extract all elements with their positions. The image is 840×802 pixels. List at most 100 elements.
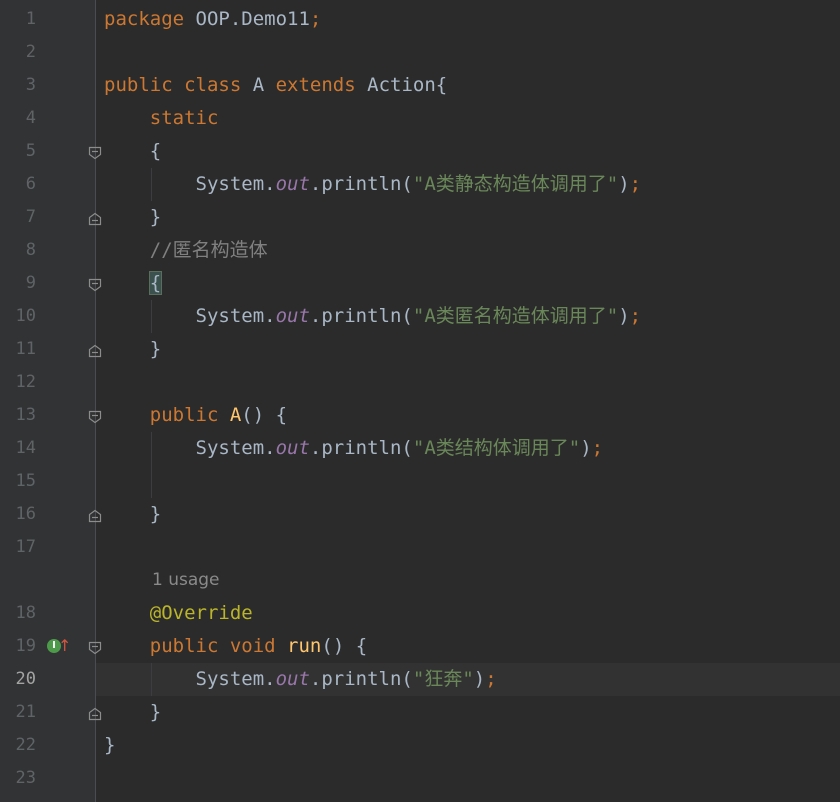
line-number[interactable]: [0, 564, 36, 597]
code-token: run: [287, 635, 322, 657]
code-text[interactable]: System.out.println("A类静态构造体调用了");: [104, 168, 642, 201]
line-number[interactable]: 16: [0, 498, 36, 531]
code-line[interactable]: 1 package OOP.Demo11;: [0, 3, 840, 36]
line-number[interactable]: 19: [0, 630, 36, 663]
code-token: ): [618, 305, 630, 327]
code-line-background: [96, 333, 840, 366]
line-number[interactable]: 17: [0, 531, 36, 564]
code-token: {: [104, 140, 162, 162]
fold-end-icon[interactable]: [87, 343, 103, 359]
code-token: public: [149, 404, 230, 426]
code-text[interactable]: @Override: [104, 597, 253, 630]
code-text[interactable]: static: [104, 102, 219, 135]
override-up-arrow-icon[interactable]: ↑: [58, 636, 71, 656]
line-number[interactable]: 9: [0, 267, 36, 300]
code-line[interactable]: 3 public class A extends Action{: [0, 69, 840, 102]
code-line[interactable]: 4 static: [0, 102, 840, 135]
line-number[interactable]: 7: [0, 201, 36, 234]
code-token: A: [229, 404, 242, 426]
code-line[interactable]: 5 {: [0, 135, 840, 168]
line-number[interactable]: 22: [0, 729, 36, 762]
code-line[interactable]: 15: [0, 465, 840, 498]
code-line[interactable]: 21 }: [0, 696, 840, 729]
fold-collapse-icon[interactable]: [87, 277, 103, 293]
code-line[interactable]: 20 System.out.println("狂奔");: [0, 663, 840, 696]
line-number[interactable]: 14: [0, 432, 36, 465]
code-token: ;: [485, 668, 497, 690]
line-number[interactable]: 13: [0, 399, 36, 432]
fold-end-icon[interactable]: [87, 706, 103, 722]
code-line[interactable]: 11 }: [0, 333, 840, 366]
code-text[interactable]: System.out.println("A类结构体调用了");: [104, 432, 604, 465]
code-line[interactable]: 18 @Override: [0, 597, 840, 630]
code-line[interactable]: 12: [0, 366, 840, 399]
code-text[interactable]: System.out.println("A类匿名构造体调用了");: [104, 300, 642, 333]
indent-guide: [151, 168, 152, 201]
code-line-background: [96, 366, 840, 399]
line-number[interactable]: 2: [0, 36, 36, 69]
code-text[interactable]: {: [104, 135, 161, 168]
line-number[interactable]: 4: [0, 102, 36, 135]
code-text[interactable]: //匿名构造体: [104, 234, 268, 267]
line-number[interactable]: 1: [0, 3, 36, 36]
code-text[interactable]: }: [104, 696, 161, 729]
code-text[interactable]: }: [104, 333, 161, 366]
code-token: public: [149, 635, 230, 657]
code-line[interactable]: 19 I ↑ public void run() {: [0, 630, 840, 663]
code-text[interactable]: System.out.println("狂奔");: [104, 663, 497, 696]
line-number[interactable]: 15: [0, 465, 36, 498]
line-number[interactable]: 6: [0, 168, 36, 201]
usage-hint-row[interactable]: 1 usage: [0, 564, 840, 597]
code-line[interactable]: 9 {: [0, 267, 840, 300]
fold-end-icon[interactable]: [87, 508, 103, 524]
code-line[interactable]: 7 }: [0, 201, 840, 234]
code-line-background: [96, 498, 840, 531]
code-line[interactable]: 10 System.out.println("A类匿名构造体调用了");: [0, 300, 840, 333]
code-text[interactable]: }: [104, 498, 161, 531]
code-token: }: [104, 206, 162, 228]
code-text[interactable]: }: [104, 729, 115, 762]
code-text[interactable]: public A() {: [104, 399, 287, 432]
line-number[interactable]: 11: [0, 333, 36, 366]
code-line[interactable]: 6 System.out.println("A类静态构造体调用了");: [0, 168, 840, 201]
line-number[interactable]: 23: [0, 762, 36, 795]
code-token: System.: [104, 437, 276, 459]
code-token: .println(: [309, 173, 413, 195]
code-text[interactable]: {: [104, 267, 163, 300]
line-number[interactable]: 18: [0, 597, 36, 630]
usage-hint[interactable]: 1 usage: [152, 564, 220, 597]
fold-end-icon[interactable]: [87, 211, 103, 227]
line-number[interactable]: 5: [0, 135, 36, 168]
code-line-background: [96, 531, 840, 564]
code-text[interactable]: }: [104, 201, 161, 234]
code-line[interactable]: 16 }: [0, 498, 840, 531]
code-token: A: [252, 74, 276, 96]
line-number[interactable]: 21: [0, 696, 36, 729]
line-number[interactable]: 12: [0, 366, 36, 399]
line-number[interactable]: 20: [0, 663, 36, 696]
fold-collapse-icon[interactable]: [87, 409, 103, 425]
code-token: }: [104, 338, 162, 360]
code-line[interactable]: 14 System.out.println("A类结构体调用了");: [0, 432, 840, 465]
line-number[interactable]: 3: [0, 69, 36, 102]
code-token: ;: [309, 8, 322, 30]
code-line[interactable]: 8 //匿名构造体: [0, 234, 840, 267]
fold-collapse-icon[interactable]: [87, 145, 103, 161]
code-line[interactable]: 2: [0, 36, 840, 69]
code-text[interactable]: package OOP.Demo11;: [104, 3, 321, 36]
code-line-background: [96, 267, 840, 300]
code-token: () {: [241, 404, 288, 426]
code-text[interactable]: public void run() {: [104, 630, 367, 663]
fold-collapse-icon[interactable]: [87, 640, 103, 656]
code-text[interactable]: public class A extends Action{: [104, 69, 447, 102]
code-token: void: [229, 635, 288, 657]
code-line[interactable]: 23: [0, 762, 840, 795]
code-line[interactable]: 17: [0, 531, 840, 564]
code-line[interactable]: 22}: [0, 729, 840, 762]
code-editor[interactable]: 1 package OOP.Demo11; 2 3 public class A ext…: [0, 0, 840, 802]
line-number[interactable]: 10: [0, 300, 36, 333]
line-number[interactable]: 8: [0, 234, 36, 267]
code-token: out: [275, 668, 310, 690]
code-line[interactable]: 13 public A() {: [0, 399, 840, 432]
